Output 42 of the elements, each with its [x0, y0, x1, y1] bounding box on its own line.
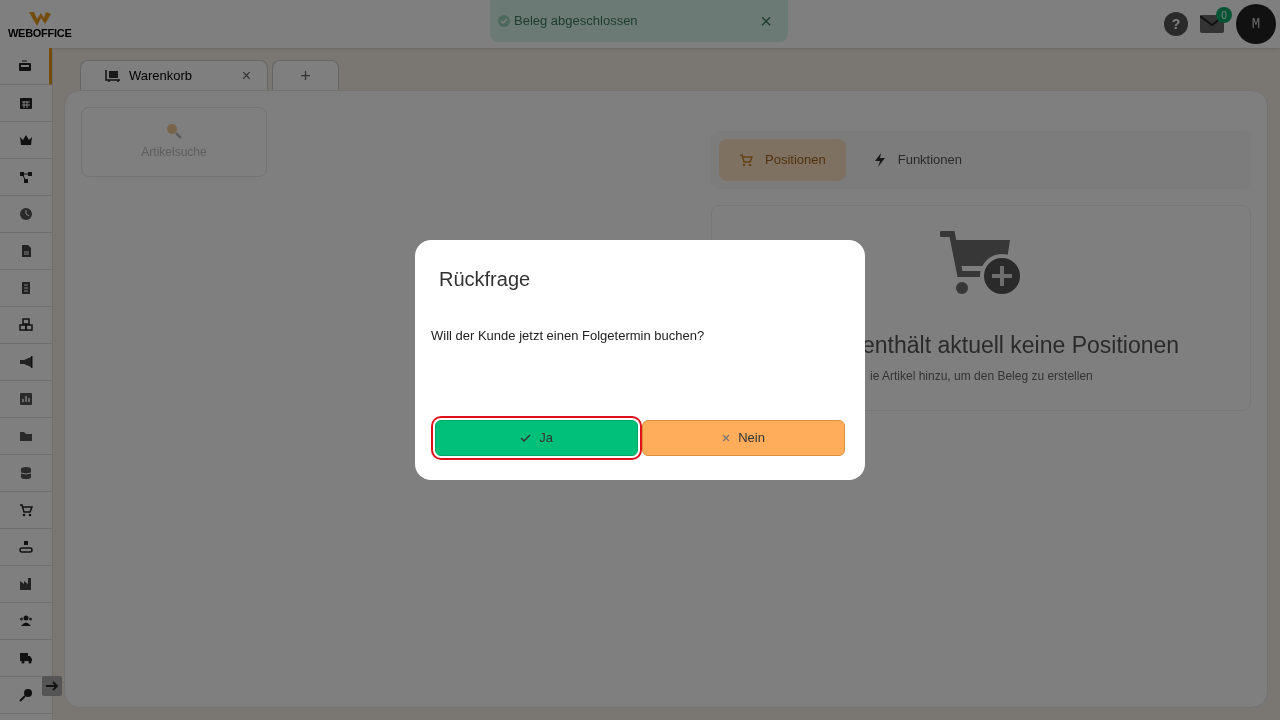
factory-icon: [19, 577, 33, 591]
dialog-message: Will der Kunde jetzt einen Folgetermin buchen?: [431, 327, 706, 345]
document-icon: [19, 244, 33, 258]
empty-state-title: enthält aktuell keine Positionen: [862, 331, 1181, 360]
tab[interactable]: Positionen: [719, 139, 846, 181]
help-button[interactable]: ?: [1164, 12, 1188, 36]
receipt-icon: [19, 281, 33, 295]
close-icon[interactable]: ×: [241, 63, 251, 88]
cart-icon: [739, 153, 753, 167]
cart-add-icon: [940, 230, 1022, 296]
notification-badge: 0: [1216, 7, 1232, 23]
tab[interactable]: Funktionen: [857, 139, 979, 181]
toast-message: Beleg abgeschlossen: [514, 12, 639, 31]
crown-icon: [19, 133, 33, 147]
lightning-icon: [873, 153, 886, 167]
cart-icon: [105, 69, 121, 82]
add-tab-button[interactable]: +: [272, 60, 339, 90]
network-icon: [19, 170, 33, 184]
check-icon: [520, 433, 532, 443]
check-circle-icon: [498, 15, 510, 27]
key-icon: [19, 688, 33, 702]
empty-state-hint: ie Artikel hinzu, um den Beleg zu erstellen: [869, 367, 1094, 385]
truck-icon: [19, 651, 33, 665]
cart-icon: [19, 503, 33, 517]
megaphone-icon: [19, 355, 33, 369]
avatar[interactable]: M: [1236, 4, 1276, 44]
clock-icon: [19, 207, 33, 221]
dialog-title: Rückfrage: [438, 267, 532, 292]
no-button[interactable]: Nein: [642, 420, 845, 456]
folder-icon: [19, 429, 33, 443]
calendar-icon: [19, 96, 33, 110]
database-icon: [19, 466, 33, 480]
users-icon: [19, 614, 33, 628]
logo-text: WEBOFFICE: [8, 27, 72, 39]
logo-icon: [26, 9, 53, 28]
boxes-icon: [19, 318, 33, 332]
chart-icon: [19, 392, 33, 406]
sidebar-item[interactable]: [0, 48, 52, 85]
tab[interactable]: Warenkorb ×: [80, 60, 268, 90]
search-icon: [166, 123, 182, 139]
close-icon: [722, 434, 731, 442]
close-button[interactable]: ×: [752, 7, 780, 35]
